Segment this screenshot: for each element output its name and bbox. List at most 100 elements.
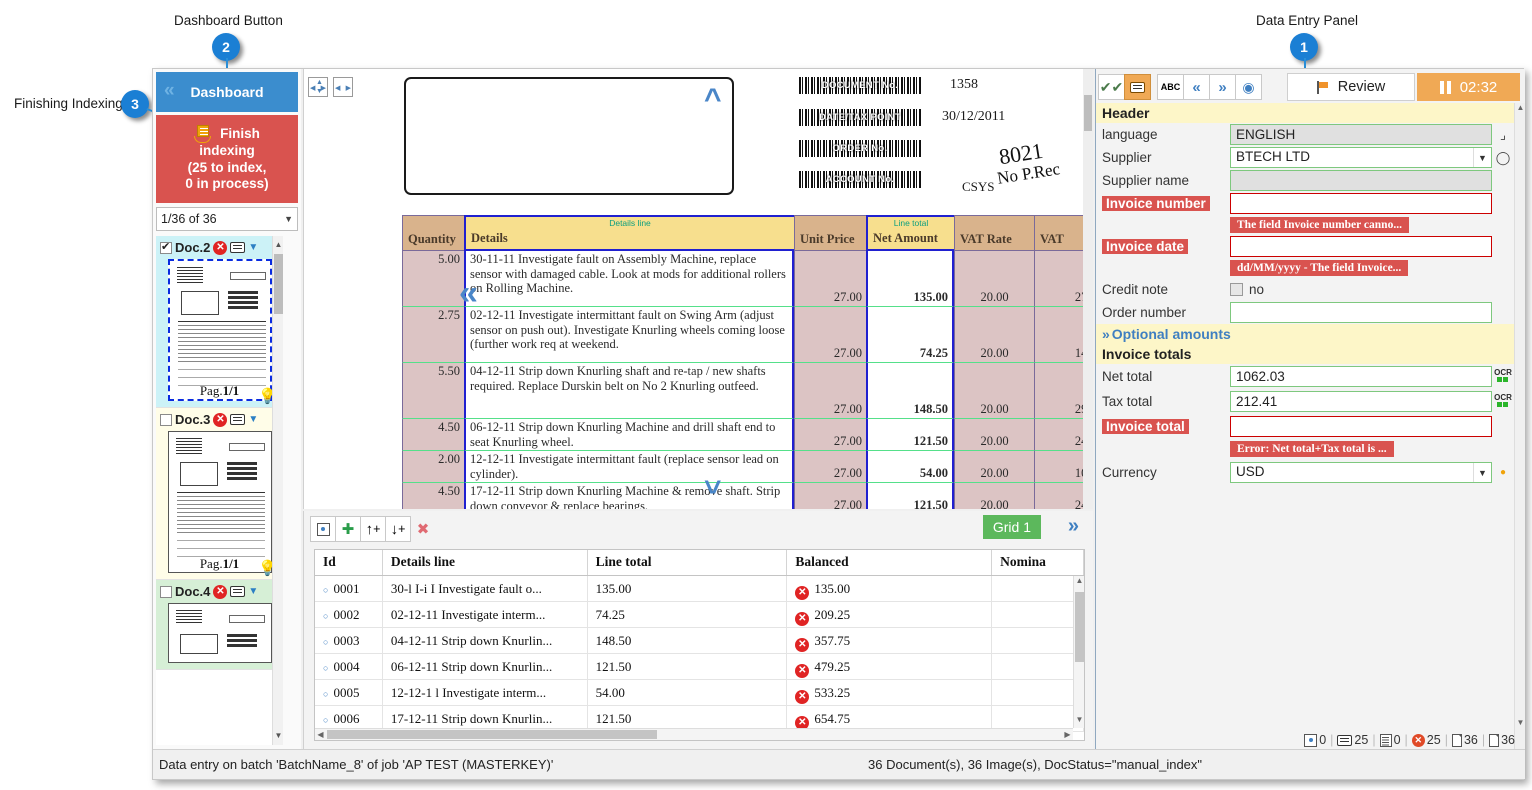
document-viewer[interactable]: ▲ ▼ ◀ ▶ ◀ ▶ DOCUMENT No. DATE/TAX POINT ORD… bbox=[303, 69, 1093, 509]
cell-nominal[interactable] bbox=[992, 602, 1084, 627]
scroll-up-icon[interactable]: ▲ bbox=[1516, 103, 1525, 116]
invoice-table-row[interactable]: 4.50 06-12-11 Strip down Knurling Machine… bbox=[402, 419, 1093, 451]
document-thumbnail-list[interactable]: Doc.2 ✕ ▼ Pag.1/1 💡 bbox=[156, 236, 283, 745]
fit-width-icon[interactable]: ◀ ▶ bbox=[333, 77, 353, 97]
scroll-up-icon[interactable]: ▲ bbox=[274, 238, 283, 252]
expand-chevron-icon[interactable]: » bbox=[1102, 326, 1110, 342]
cell-details[interactable]: 06-12-11 Strip down Knurlin... bbox=[383, 654, 588, 679]
cell-details[interactable]: 12-12-1 l Investigate interm... bbox=[383, 680, 588, 705]
invoice-total-field[interactable] bbox=[1230, 416, 1492, 437]
language-field[interactable] bbox=[1230, 124, 1492, 145]
chevron-down-icon[interactable]: ▼ bbox=[248, 242, 258, 253]
document-thumbnail[interactable] bbox=[167, 603, 272, 663]
order-number-field[interactable] bbox=[1230, 302, 1492, 323]
grid-tab-1[interactable]: Grid 1 bbox=[982, 515, 1041, 539]
cell-nominal[interactable] bbox=[992, 628, 1084, 653]
keyboard-icon[interactable] bbox=[1124, 74, 1151, 100]
scroll-up-arrow-icon[interactable]: ^ bbox=[704, 83, 722, 117]
insert-above-icon[interactable]: ↑ + bbox=[360, 516, 386, 542]
insert-below-icon[interactable]: ↓ + bbox=[385, 516, 411, 542]
line-items-table[interactable]: Id Details line Line total Balanced Nomi… bbox=[314, 549, 1085, 741]
chevron-down-icon[interactable]: ▼ bbox=[1473, 148, 1491, 167]
cell-line-total[interactable]: 54.00 bbox=[588, 680, 788, 705]
scroll-down-icon[interactable]: ▼ bbox=[1075, 715, 1084, 728]
document-thumbnail[interactable]: Pag.1/1 bbox=[167, 259, 272, 401]
cell-nominal[interactable] bbox=[992, 576, 1084, 601]
invoice-line-items-table[interactable]: Quantity Details line Details Unit Price… bbox=[402, 215, 1093, 509]
grid-horizontal-scrollbar[interactable]: ◀ ▶ bbox=[315, 728, 1073, 740]
table-row[interactable]: ○ 0002 02-12-11 Investigate interm... 74.25… bbox=[315, 602, 1084, 628]
credit-note-checkbox[interactable] bbox=[1230, 283, 1243, 296]
locate-icon[interactable] bbox=[310, 516, 336, 542]
tag-icon[interactable]: ◯ bbox=[1492, 150, 1514, 166]
invoice-date-field[interactable] bbox=[1230, 236, 1492, 257]
document-checkbox[interactable] bbox=[160, 240, 172, 254]
invoice-table-row[interactable]: 2.75 02-12-11 Investigate intermittant fa… bbox=[402, 307, 1093, 363]
scrollbar-thumb[interactable] bbox=[274, 254, 283, 314]
invoice-number-field[interactable] bbox=[1230, 193, 1492, 214]
invoice-table-row[interactable]: 4.50 17-12-11 Strip down Knurling Machine… bbox=[402, 483, 1093, 509]
keyboard-icon[interactable] bbox=[230, 242, 246, 253]
cell-balanced[interactable]: ✕ 479.25 bbox=[787, 654, 993, 679]
review-button[interactable]: Review bbox=[1287, 73, 1415, 101]
scrollbar-thumb[interactable] bbox=[1075, 592, 1084, 662]
invoice-table-row[interactable]: 2.00 12-12-11 Investigate intermittant fa… bbox=[402, 451, 1093, 483]
keyboard-icon[interactable] bbox=[230, 414, 246, 425]
cell-balanced[interactable]: ✕ 209.25 bbox=[787, 602, 993, 627]
table-row[interactable]: ○ 0001 30-l I-i I Investigate fault o... 13… bbox=[315, 576, 1084, 602]
cell-balanced[interactable]: ✕ 135.00 bbox=[787, 576, 993, 601]
scrollbar-thumb[interactable] bbox=[1084, 95, 1092, 131]
scroll-right-icon[interactable]: ▶ bbox=[1062, 730, 1073, 740]
collapse-chevron-icon[interactable]: « bbox=[164, 80, 175, 102]
cell-details[interactable]: 02-12-11 Investigate interm... bbox=[383, 602, 588, 627]
cell-nominal[interactable] bbox=[992, 654, 1084, 679]
chevron-down-icon[interactable]: ▼ bbox=[248, 586, 258, 597]
preview-icon[interactable]: ◉ bbox=[1235, 74, 1262, 100]
keyboard-icon[interactable] bbox=[230, 586, 246, 597]
finish-indexing-button[interactable]: Finish indexing (25 to index, 0 in proce… bbox=[156, 115, 298, 203]
document-selector-dropdown[interactable]: 1/36 of 36 ▼ bbox=[156, 207, 298, 231]
grid-vertical-scrollbar[interactable]: ▲ ▼ bbox=[1073, 576, 1084, 728]
cell-line-total[interactable]: 121.50 bbox=[588, 654, 788, 679]
lookup-icon[interactable]: ⌟ bbox=[1492, 127, 1514, 143]
net-total-field[interactable] bbox=[1230, 366, 1492, 387]
supplier-field[interactable]: BTECH LTD ▼ bbox=[1230, 147, 1492, 168]
timer-pause-button[interactable]: 02:32 bbox=[1417, 73, 1520, 101]
previous-document-arrow-icon[interactable]: « bbox=[459, 274, 478, 313]
scroll-down-arrow-icon[interactable]: ^ bbox=[704, 465, 722, 499]
fit-page-icon[interactable]: ▲ ▼ ◀ ▶ bbox=[308, 77, 328, 97]
table-row[interactable]: ○ 0005 12-12-1 l Investigate interm... 54.0… bbox=[315, 680, 1084, 706]
viewer-scrollbar[interactable] bbox=[1083, 69, 1093, 509]
optional-amounts-section[interactable]: » Optional amounts bbox=[1096, 324, 1514, 344]
document-list-scrollbar[interactable]: ▲ ▼ bbox=[272, 236, 283, 745]
next-field-icon[interactable]: » bbox=[1209, 74, 1236, 100]
prev-field-icon[interactable]: « bbox=[1183, 74, 1210, 100]
document-card[interactable]: Doc.4 ✕ ▼ bbox=[156, 580, 283, 670]
cell-line-total[interactable]: 74.25 bbox=[588, 602, 788, 627]
scroll-down-icon[interactable]: ▼ bbox=[1516, 718, 1525, 731]
document-card[interactable]: Doc.3 ✕ ▼ Pag.1/1 💡 bbox=[156, 408, 283, 580]
document-checkbox[interactable] bbox=[160, 413, 172, 426]
delete-row-icon[interactable]: ✖ bbox=[410, 516, 436, 542]
cell-balanced[interactable]: ✕ 357.75 bbox=[787, 628, 993, 653]
invoice-table-row[interactable]: 5.50 04-12-11 Strip down Knurling shaft a… bbox=[402, 363, 1093, 419]
abc-spellcheck-icon[interactable]: ABC bbox=[1157, 74, 1184, 100]
cell-line-total[interactable]: 148.50 bbox=[588, 628, 788, 653]
scroll-up-icon[interactable]: ▲ bbox=[1075, 576, 1084, 589]
validate-icon[interactable]: ✔✔ bbox=[1098, 74, 1125, 100]
next-grid-icon[interactable]: » bbox=[1068, 515, 1079, 538]
cell-details[interactable]: 04-12-11 Strip down Knurlin... bbox=[383, 628, 588, 653]
cell-details[interactable]: 30-l I-i I Investigate fault o... bbox=[383, 576, 588, 601]
scrollbar-thumb[interactable] bbox=[327, 730, 657, 739]
data-entry-scrollbar[interactable]: ▲ ▼ bbox=[1514, 103, 1525, 749]
invoice-table-row[interactable]: 5.00 30-11-11 Investigate fault on Assemb… bbox=[402, 251, 1093, 307]
currency-field[interactable]: USD ▼ bbox=[1230, 462, 1492, 483]
cell-line-total[interactable]: 135.00 bbox=[588, 576, 788, 601]
table-row[interactable]: ○ 0004 06-12-11 Strip down Knurlin... 121.5… bbox=[315, 654, 1084, 680]
table-row[interactable]: ○ 0003 04-12-11 Strip down Knurlin... 148.5… bbox=[315, 628, 1084, 654]
scroll-left-icon[interactable]: ◀ bbox=[315, 730, 326, 740]
supplier-name-field[interactable] bbox=[1230, 170, 1492, 191]
add-row-icon[interactable]: ✚ bbox=[335, 516, 361, 542]
document-thumbnail[interactable]: Pag.1/1 bbox=[167, 431, 272, 573]
document-checkbox[interactable] bbox=[160, 585, 172, 598]
